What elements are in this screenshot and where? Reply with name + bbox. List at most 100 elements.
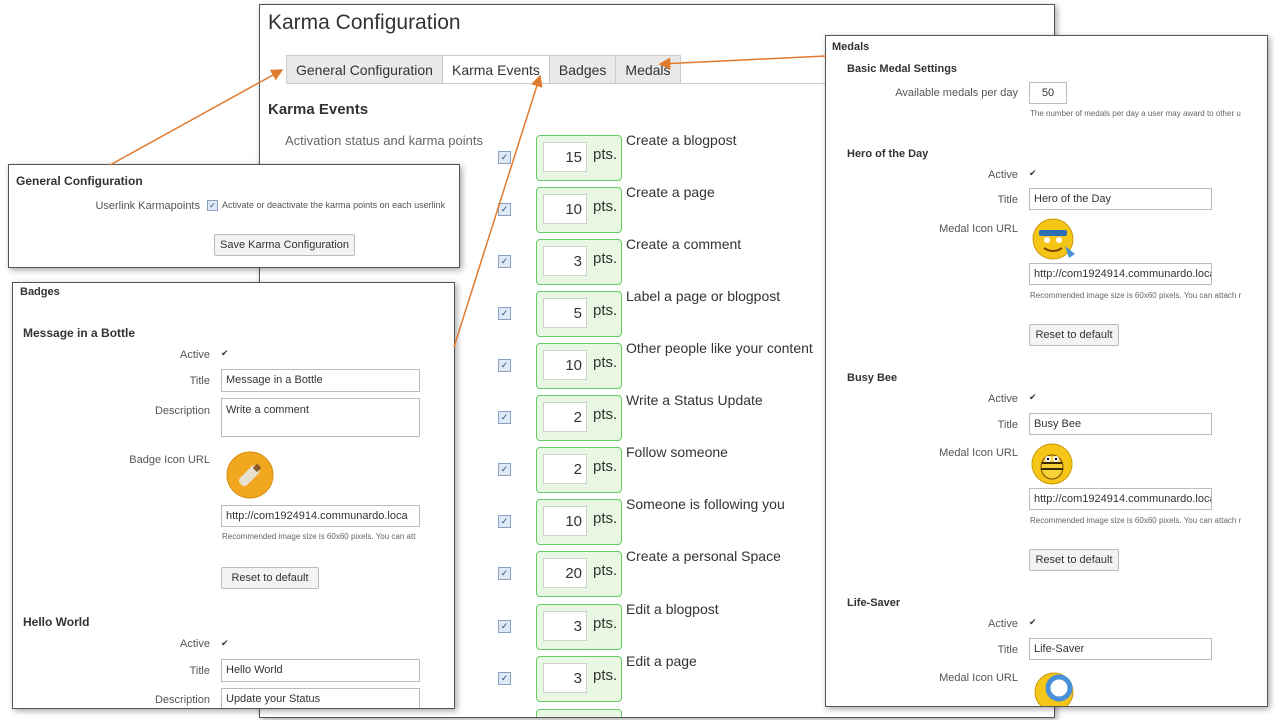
event-active-checkbox[interactable]: ✓ [498, 463, 511, 476]
badges-heading: Badges [20, 286, 60, 298]
title-label: Title [189, 375, 210, 387]
points-input[interactable]: 3 [543, 611, 587, 641]
active-label: Active [180, 349, 210, 361]
basic-medal-settings-heading: Basic Medal Settings [847, 63, 958, 75]
points-box: 20 pts. [536, 551, 622, 597]
life-saver-medal-icon [1034, 672, 1074, 706]
event-active-checkbox[interactable]: ✓ [498, 567, 511, 580]
points-unit: pts. [593, 250, 618, 267]
event-label: Create a blogpost [626, 132, 737, 148]
event-active-checkbox[interactable]: ✓ [498, 255, 511, 268]
title-label: Title [997, 644, 1018, 656]
active-checkbox[interactable]: ✔ [1029, 168, 1037, 179]
points-box: 10 pts. [536, 187, 622, 233]
points-unit: pts. [593, 406, 618, 423]
medal-icon-url-input[interactable]: http://com1924914.communardo.loca [1029, 263, 1212, 285]
title-input[interactable]: Busy Bee [1029, 413, 1212, 435]
points-box: 3 pts. [536, 604, 622, 650]
medal-name: Life-Saver [847, 597, 901, 609]
hero-of-the-day-medal-icon [1032, 218, 1075, 260]
event-active-checkbox[interactable]: ✓ [498, 151, 511, 164]
activation-label: Activation status and karma points [285, 133, 483, 148]
points-input[interactable]: 2 [543, 454, 587, 484]
points-unit: pts. [593, 458, 618, 475]
points-unit: pts. [593, 510, 618, 527]
event-label: Write a Status Update [626, 392, 763, 408]
points-input[interactable]: 3 [543, 663, 587, 693]
medals-per-day-label: Available medals per day [895, 87, 1018, 99]
badge-icon-url-input[interactable]: http://com1924914.communardo.loca [221, 505, 420, 527]
reset-to-default-button[interactable]: Reset to default [1029, 549, 1119, 571]
tab-karma-events[interactable]: Karma Events [441, 55, 550, 84]
points-unit: pts. [593, 198, 618, 215]
points-box: 3 pts. [536, 656, 622, 702]
title-input[interactable]: Hero of the Day [1029, 188, 1212, 210]
description-textarea[interactable]: Write a comment [221, 398, 420, 437]
title-input[interactable]: Message in a Bottle [221, 369, 420, 392]
tab-medals[interactable]: Medals [615, 55, 681, 84]
save-karma-configuration-button[interactable]: Save Karma Configuration [214, 234, 355, 256]
active-checkbox[interactable]: ✔ [221, 348, 229, 359]
event-active-checkbox[interactable]: ✓ [498, 672, 511, 685]
active-checkbox[interactable]: ✔ [1029, 392, 1037, 403]
points-unit: pts. [593, 302, 618, 319]
event-active-checkbox[interactable]: ✓ [498, 359, 511, 372]
tab-general-configuration[interactable]: General Configuration [286, 55, 443, 84]
medals-heading: Medals [832, 41, 870, 53]
event-label: Edit a page [626, 653, 697, 669]
points-input[interactable]: 5 [543, 298, 587, 328]
event-active-checkbox[interactable]: ✓ [498, 203, 511, 216]
event-label: Create a comment [626, 236, 742, 252]
points-box: 15 pts. [536, 135, 622, 181]
event-label: Follow someone [626, 444, 728, 460]
event-active-checkbox[interactable]: ✓ [498, 307, 511, 320]
badge-name: Hello World [23, 615, 90, 629]
medals-callout: Medals Basic Medal Settings Available me… [825, 35, 1268, 707]
badge-icon-url-label: Badge Icon URL [129, 454, 210, 466]
title-label: Title [189, 665, 210, 677]
points-box: 2 pts. [536, 395, 622, 441]
reset-to-default-button[interactable]: Reset to default [1029, 324, 1119, 346]
general-heading: General Configuration [16, 174, 143, 188]
title-input[interactable]: Hello World [221, 659, 420, 682]
points-box: 10 pts. [536, 343, 622, 389]
points-input[interactable]: 2 [543, 402, 587, 432]
description-textarea[interactable]: Update your Status [221, 688, 420, 708]
points-input[interactable]: 15 [543, 142, 587, 172]
active-label: Active [180, 638, 210, 650]
points-box [536, 709, 622, 717]
title-input[interactable]: Life-Saver [1029, 638, 1212, 660]
section-title: Karma Events [268, 101, 369, 118]
points-input[interactable]: 10 [543, 506, 587, 536]
active-checkbox[interactable]: ✔ [221, 638, 229, 649]
userlink-karmapoints-label: Userlink Karmapoints [95, 200, 200, 212]
points-input[interactable]: 10 [543, 194, 587, 224]
userlink-karmapoints-checkbox[interactable]: ✓ [207, 200, 218, 211]
event-active-checkbox[interactable]: ✓ [498, 411, 511, 424]
active-checkbox[interactable]: ✔ [1029, 617, 1037, 628]
points-unit: pts. [593, 354, 618, 371]
event-active-checkbox[interactable]: ✓ [498, 515, 511, 528]
event-active-checkbox[interactable]: ✓ [498, 620, 511, 633]
page-title: Karma Configuration [268, 11, 461, 34]
reset-to-default-button[interactable]: Reset to default [221, 567, 319, 589]
medal-icon-url-label: Medal Icon URL [939, 447, 1018, 459]
event-label: Label a page or blogpost [626, 288, 781, 304]
active-label: Active [988, 393, 1018, 405]
points-input[interactable]: 20 [543, 558, 587, 588]
event-label: Other people like your content [626, 340, 813, 356]
active-label: Active [988, 618, 1018, 630]
icon-size-note: Recommended image size is 60x60 pixels. … [1030, 291, 1242, 300]
description-label: Description [154, 694, 210, 706]
points-box: 5 pts. [536, 291, 622, 337]
points-input[interactable]: 10 [543, 350, 587, 380]
tab-badges[interactable]: Badges [548, 55, 617, 84]
points-box: 10 pts. [536, 499, 622, 545]
points-box: 2 pts. [536, 447, 622, 493]
medals-per-day-note: The number of medals per day a user may … [1030, 109, 1241, 118]
points-input[interactable]: 3 [543, 246, 587, 276]
medals-per-day-input[interactable]: 50 [1029, 82, 1067, 104]
medal-icon-url-input[interactable]: http://com1924914.communardo.loca [1029, 488, 1212, 510]
active-label: Active [988, 169, 1018, 181]
general-configuration-callout: General Configuration Userlink Karmapoin… [8, 164, 460, 268]
